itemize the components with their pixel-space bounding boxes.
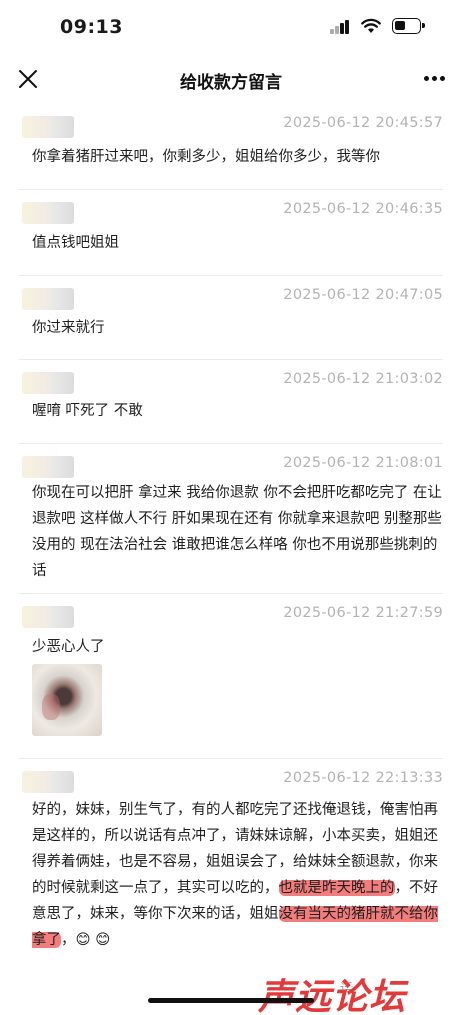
wifi-icon <box>361 18 381 33</box>
list-item: 2025-06-12 20:45:57 你拿着猪肝过来吧，你剩多少，姐姐给你多少… <box>19 104 443 190</box>
timestamp: 2025-06-12 21:27:59 <box>283 605 443 621</box>
avatar <box>22 606 74 628</box>
message-text: 少恶心人了 <box>32 639 105 655</box>
message-image[interactable] <box>32 664 102 736</box>
list-item: 2025-06-12 20:46:35 值点钱吧姐姐 <box>19 190 443 276</box>
timestamp: 2025-06-12 22:13:33 <box>283 770 443 786</box>
message-text: 你过来就行 <box>32 320 105 336</box>
watermark-logo: 声远论坛 <box>258 977 407 1015</box>
avatar <box>22 116 74 138</box>
battery-icon <box>392 18 425 34</box>
status-bar: 09:13 <box>0 0 462 56</box>
home-indicator[interactable] <box>148 998 314 1003</box>
list-item: 2025-06-12 22:13:33 好的，妹妹，别生气了，有的人都吃完了还找… <box>19 759 443 949</box>
timestamp: 2025-06-12 20:46:35 <box>283 201 443 217</box>
timestamp: 2025-06-12 20:45:57 <box>283 115 443 131</box>
list-item: 2025-06-12 20:47:05 你过来就行 <box>19 276 443 360</box>
message-text: 值点钱吧姐姐 <box>32 235 119 251</box>
signal-icon <box>330 20 350 34</box>
timestamp: 2025-06-12 20:47:05 <box>283 287 443 303</box>
message-list: 2025-06-12 20:45:57 你拿着猪肝过来吧，你剩多少，姐姐给你多少… <box>0 104 462 949</box>
page-title: 给收款方留言 <box>180 73 282 93</box>
more-icon[interactable] <box>424 76 446 82</box>
status-time: 09:13 <box>60 16 123 38</box>
timestamp: 2025-06-12 21:03:02 <box>283 371 443 387</box>
message-text-part: ，😊 😊 <box>61 932 111 948</box>
avatar <box>22 456 74 478</box>
timestamp: 2025-06-12 21:08:01 <box>283 455 443 471</box>
avatar <box>22 372 74 394</box>
list-item: 2025-06-12 21:08:01 你现在可以把肝 拿过来 我给你退款 你不… <box>19 444 443 594</box>
avatar <box>22 202 74 224</box>
list-item: 2025-06-12 21:03:02 喔唷 吓死了 不敢 <box>19 360 443 444</box>
message-text: 好的，妹妹，别生气了，有的人都吃完了还找俺退钱，俺害怕再是这样的，所以说话有点冲… <box>32 797 447 953</box>
highlighted-text: 也就是昨天晚上的 <box>278 880 395 896</box>
message-text: 你现在可以把肝 拿过来 我给你退款 你不会把肝吃都吃完了 在让退款吧 这样做人不… <box>32 485 442 579</box>
list-item: 2025-06-12 21:27:59 少恶心人了 <box>19 594 443 759</box>
message-text: 你拿着猪肝过来吧，你剩多少，姐姐给你多少，我等你 <box>32 149 380 165</box>
nav-bar: 给收款方留言 <box>0 56 462 104</box>
avatar <box>22 288 74 310</box>
avatar <box>22 771 74 793</box>
message-text: 喔唷 吓死了 不敢 <box>32 403 143 419</box>
